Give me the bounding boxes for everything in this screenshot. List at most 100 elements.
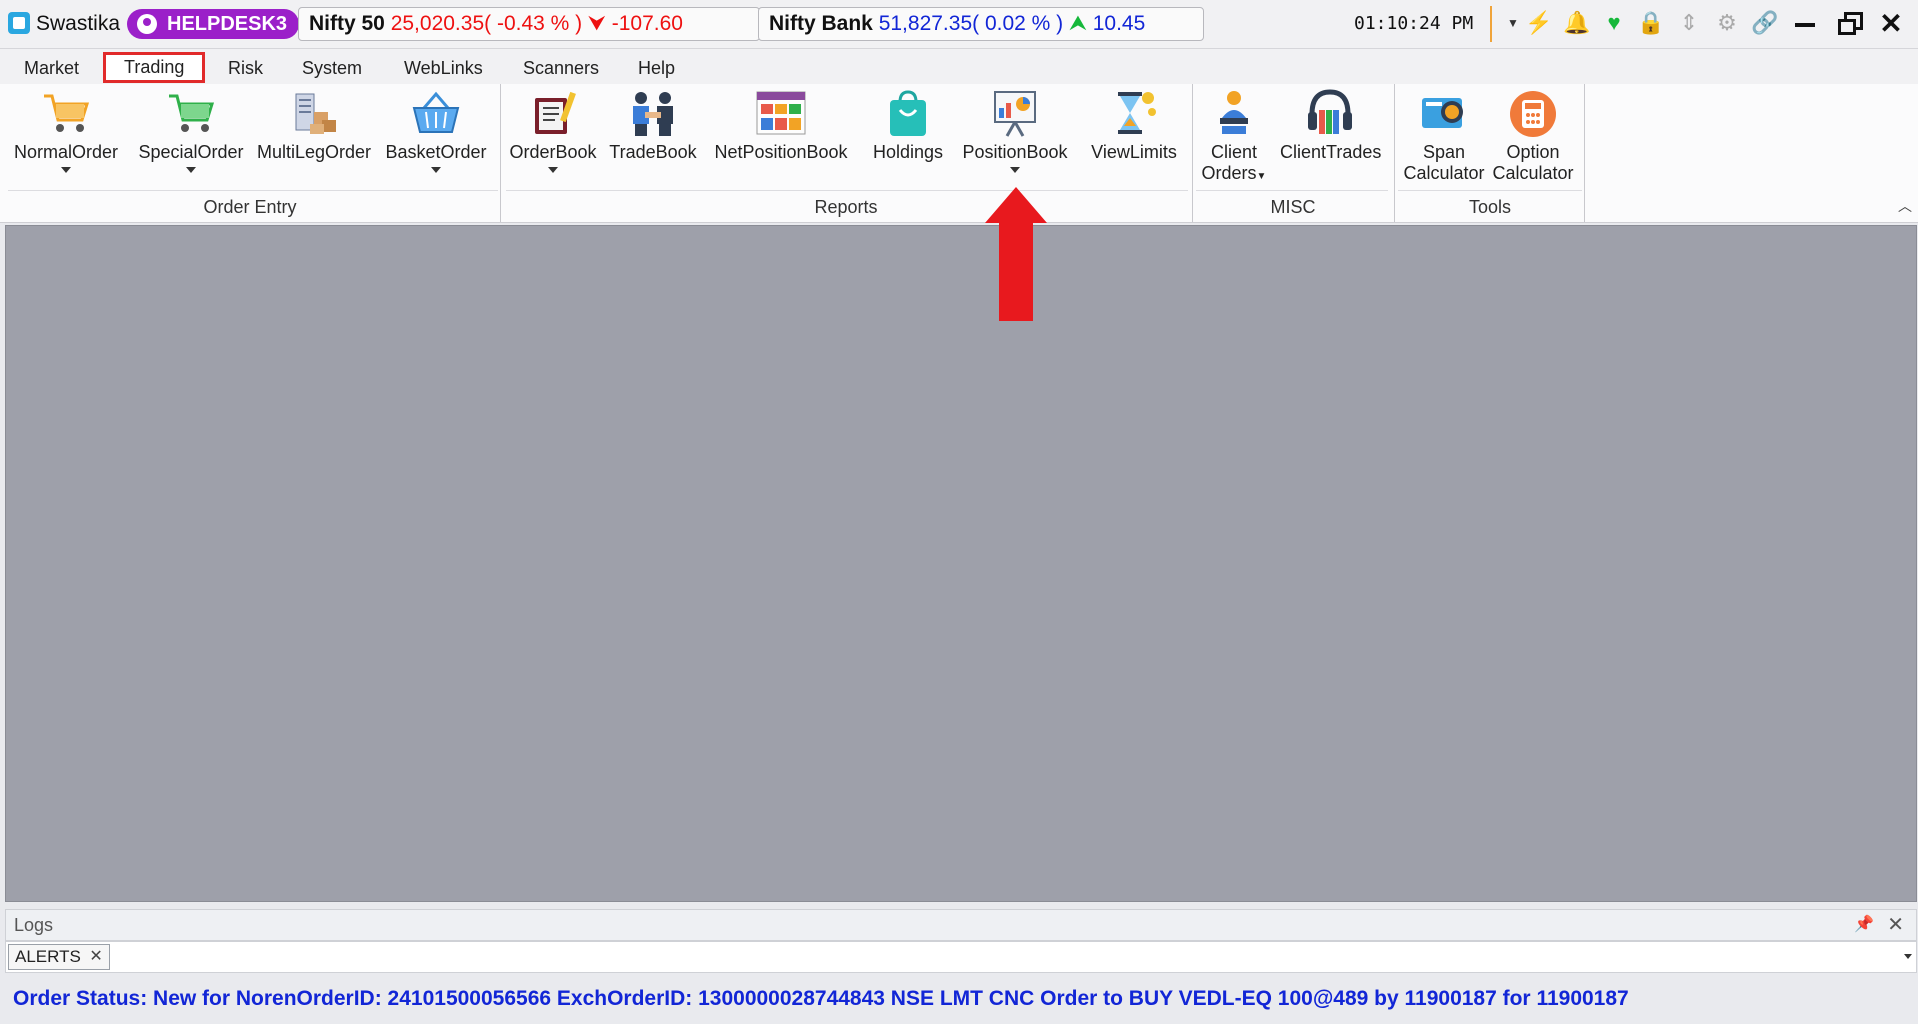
group-divider [506, 190, 1188, 191]
hourglass-icon [1108, 88, 1160, 138]
orderbook-button[interactable]: OrderBook [506, 88, 600, 173]
tab-system[interactable]: System [302, 58, 362, 79]
lock-icon[interactable]: 🔒 [1637, 10, 1664, 36]
option-calculator-button[interactable]: Option Calculator [1488, 88, 1578, 184]
basket-order-label: BasketOrder [385, 142, 487, 162]
span-calculator-icon [1418, 88, 1470, 138]
chevron-down-icon[interactable] [61, 167, 71, 173]
client-trades-label: ClientTrades [1280, 142, 1382, 162]
chevron-down-icon[interactable] [1010, 167, 1020, 173]
up-arrow-icon: ⮝ [1069, 12, 1087, 35]
tab-risk[interactable]: Risk [228, 58, 263, 79]
headset-books-icon [1304, 88, 1356, 138]
tab-help[interactable]: Help [638, 58, 675, 79]
client-trades-button[interactable]: ClientTrades [1280, 88, 1382, 163]
tab-alerts[interactable]: ALERTS ✕ [8, 944, 110, 970]
client-orders-icon [1208, 88, 1260, 138]
group-divider [1398, 190, 1582, 191]
logs-title: Logs [14, 915, 54, 935]
span-calculator-label-line2: Calculator [1403, 163, 1485, 183]
ticker-name: Nifty Bank [769, 12, 873, 35]
status-bar: Order Status: New for NorenOrderID: 2410… [0, 977, 1918, 1021]
group-label-order-entry: Order Entry [203, 197, 297, 217]
chevron-down-icon[interactable] [1904, 954, 1912, 959]
ticker-value: 25,020.35 [390, 12, 485, 35]
tradebook-label: TradeBook [609, 142, 697, 162]
holdings-button[interactable]: Holdings [868, 88, 948, 163]
span-calculator-label-line1: Span [1422, 142, 1466, 162]
normal-order-button[interactable]: NormalOrder [10, 88, 122, 173]
chevron-down-icon[interactable] [431, 167, 441, 173]
close-icon[interactable]: ✕ [1878, 8, 1904, 39]
presentation-board-icon [989, 88, 1041, 138]
title-bar: Swastika HELPDESK3 Nifty 50 25,020.35( -… [0, 0, 1918, 49]
menu-bar: Market Trading Risk System WebLinks Scan… [0, 49, 1918, 84]
group-separator [1584, 84, 1585, 222]
group-label-misc: MISC [1270, 197, 1316, 217]
resize-icon[interactable]: ⇕ [1676, 10, 1702, 36]
tab-weblinks[interactable]: WebLinks [404, 58, 483, 79]
special-order-label: SpecialOrder [138, 142, 244, 162]
app-name: Swastika [36, 12, 121, 35]
viewlimits-button[interactable]: ViewLimits [1088, 88, 1180, 163]
chevron-down-icon[interactable]: ▼ [1257, 171, 1267, 182]
option-calculator-label-line1: Option [1506, 142, 1560, 162]
basket-order-button[interactable]: BasketOrder [382, 88, 490, 173]
chevron-down-icon[interactable] [548, 167, 558, 173]
dashboard-icon [755, 88, 807, 138]
tab-scanners[interactable]: Scanners [523, 58, 599, 79]
normal-order-label: NormalOrder [13, 142, 119, 162]
app-logo-icon [8, 12, 30, 34]
user-badge[interactable]: HELPDESK3 [127, 9, 300, 39]
group-divider [1196, 190, 1388, 191]
viewlimits-label: ViewLimits [1091, 142, 1177, 162]
holdings-label: Holdings [872, 142, 944, 162]
tab-trading[interactable]: Trading [103, 52, 206, 83]
ticker-change: 10.45 [1092, 12, 1146, 35]
ticker-niftybank[interactable]: Nifty Bank 51,827.35( 0.02 % ) ⮝ 10.45 [758, 7, 1204, 41]
pin-icon[interactable]: 📌 [1854, 914, 1874, 934]
positionbook-button[interactable]: PositionBook [960, 88, 1070, 173]
ribbon: NormalOrder SpecialOrder MultiLegOrder B… [0, 84, 1918, 223]
down-arrow-icon: ⮟ [588, 12, 606, 35]
gear-icon[interactable]: ⚙ [1714, 10, 1740, 36]
ticker-value: 51,827.35 [878, 12, 973, 35]
shopping-bag-icon [882, 88, 934, 138]
annotation-arrow [985, 187, 1047, 321]
orderbook-label: OrderBook [509, 142, 597, 162]
chevron-down-icon[interactable] [186, 167, 196, 173]
link-icon[interactable]: 🔗 [1751, 10, 1778, 36]
green-cart-icon [165, 88, 217, 138]
tab-market[interactable]: Market [24, 58, 79, 79]
client-orders-label-line2: Orders [1201, 163, 1257, 183]
shopping-cart-icon [40, 88, 92, 138]
magic-wand-icon[interactable]: ⚡ [1525, 10, 1552, 36]
book-icon [527, 88, 579, 138]
group-label-tools: Tools [1468, 197, 1512, 217]
client-orders-button[interactable]: Client Orders▼ [1196, 88, 1272, 187]
basket-icon [410, 88, 462, 138]
bell-icon[interactable]: 🔔 [1563, 10, 1590, 36]
ticker-name: Nifty 50 [309, 12, 385, 35]
collapse-ribbon-icon[interactable]: ︿ [1898, 196, 1912, 216]
span-calculator-button[interactable]: Span Calculator [1400, 88, 1488, 184]
option-calculator-icon [1507, 88, 1559, 138]
multileg-order-button[interactable]: MultiLegOrder [254, 88, 374, 163]
client-orders-label-line1: Client [1210, 142, 1258, 162]
close-icon[interactable]: ✕ [89, 945, 102, 969]
order-status-message: Order Status: New for NorenOrderID: 2410… [13, 987, 1629, 1010]
logs-panel-header: Logs 📌 ✕ [5, 909, 1917, 941]
tradebook-button[interactable]: TradeBook [608, 88, 698, 163]
ticker-pct: ( -0.43 % ) [484, 12, 583, 35]
dropdown-icon[interactable]: ▼ [1500, 10, 1526, 36]
restore-icon[interactable] [1836, 10, 1863, 36]
ticker-nifty50[interactable]: Nifty 50 25,020.35( -0.43 % ) ⮟ -107.60 [298, 7, 760, 41]
netpositionbook-button[interactable]: NetPositionBook [712, 88, 850, 163]
option-calculator-label-line2: Calculator [1492, 163, 1574, 183]
tab-alerts-label: ALERTS [15, 947, 81, 966]
minimize-icon[interactable] [1792, 10, 1818, 36]
heartbeat-icon[interactable]: ♥ [1601, 10, 1627, 36]
special-order-button[interactable]: SpecialOrder [136, 88, 246, 173]
boxes-icon [288, 88, 340, 138]
close-icon[interactable]: ✕ [1887, 912, 1904, 937]
